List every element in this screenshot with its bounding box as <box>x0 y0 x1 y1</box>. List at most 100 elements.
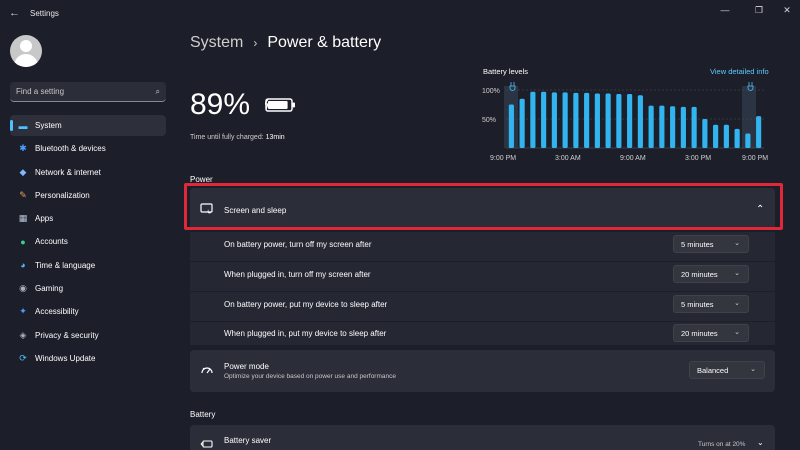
sidebar-item-label: Network & internet <box>35 167 101 177</box>
chart-bar <box>723 124 729 148</box>
battery-saver-title: Battery saver <box>224 436 272 445</box>
highlight-outline <box>184 183 783 230</box>
chart-title: Battery levels <box>483 67 529 76</box>
sleep-setting-dropdown[interactable]: 5 minutes ⌄ <box>673 295 749 313</box>
app-title: Settings <box>30 9 59 18</box>
search-icon[interactable]: ⌕ <box>156 87 160 97</box>
power-mode-dropdown[interactable]: Balanced ⌄ <box>689 361 765 379</box>
back-arrow-icon[interactable]: ← <box>9 7 20 19</box>
monitor-icon: ▬ <box>18 120 28 131</box>
sidebar-item-windows-update[interactable]: ⟳ Windows Update <box>10 348 166 369</box>
battery-saver-chevron-icon[interactable]: ⌄ <box>757 438 764 447</box>
power-mode-subtitle: Optimize your device based on power use … <box>224 373 396 380</box>
sidebar-item-privacy-security[interactable]: ◈ Privacy & security <box>10 325 166 346</box>
chevron-down-icon: ⌄ <box>734 240 740 247</box>
sidebar-item-accessibility[interactable]: ✦ Accessibility <box>10 301 166 322</box>
update-icon: ⟳ <box>19 352 27 363</box>
sidebar-item-label: Windows Update <box>35 353 96 363</box>
sidebar-item-personalization[interactable]: ✎ Personalization <box>10 185 166 206</box>
chart-bar <box>530 91 536 148</box>
power-mode-title: Power mode <box>224 362 269 371</box>
battery-saver-icon <box>200 440 213 448</box>
chart-bar <box>702 119 708 148</box>
x-tick-label: 9:00 AM <box>620 155 646 162</box>
chart-bar <box>648 105 654 148</box>
page-title: Power & battery <box>267 34 382 51</box>
chart-bar <box>508 104 514 148</box>
chart-bar <box>659 105 665 148</box>
chart-bar <box>562 92 568 148</box>
y-tick-label: 50% <box>482 117 496 124</box>
breadcrumb: System › Power & battery <box>190 34 381 52</box>
close-icon[interactable]: ✕ <box>776 3 798 17</box>
sidebar-item-time-language[interactable]: ◕ Time & language <box>10 255 166 276</box>
bluetooth-icon: ✱ <box>19 143 27 154</box>
sleep-setting-label: On battery power, turn off my screen aft… <box>224 240 372 249</box>
sidebar-item-network-internet[interactable]: ◆ Network & internet <box>10 162 166 183</box>
chart-bar <box>551 92 557 148</box>
brush-icon: ✎ <box>19 189 27 200</box>
chart-bar <box>605 93 611 148</box>
globe-icon: ◕ <box>20 260 26 271</box>
row-divider <box>190 321 775 322</box>
y-tick-label: 100% <box>482 88 500 95</box>
sidebar-item-label: Gaming <box>35 284 64 294</box>
chart-bar <box>680 106 686 148</box>
sidebar-item-label: Accounts <box>35 237 68 247</box>
charge-time-label: Time until fully charged: <box>190 134 264 141</box>
sidebar-item-system[interactable]: ▬ System <box>10 115 166 136</box>
chart-bar <box>637 95 643 148</box>
sleep-setting-value: 20 minutes <box>681 269 718 279</box>
battery-charging-icon <box>265 98 295 112</box>
battery-level-chart: 100% 50% 9:00 PM 3:00 AM 9:00 AM 3:00 PM 9:00 … <box>482 82 768 162</box>
apps-icon: ▦ <box>18 213 28 224</box>
avatar-body <box>14 54 38 67</box>
chart-bar <box>627 94 633 148</box>
sleep-setting-dropdown[interactable]: 5 minutes ⌄ <box>673 235 749 253</box>
sleep-setting-dropdown[interactable]: 20 minutes ⌄ <box>673 324 749 342</box>
chart-bar <box>713 124 719 148</box>
minimize-icon[interactable]: — <box>714 3 736 17</box>
chart-bar <box>584 92 590 148</box>
battery-saver-card[interactable] <box>190 425 775 450</box>
chart-bar <box>734 128 740 148</box>
section-battery-label: Battery <box>190 410 216 419</box>
chart-bar <box>573 92 579 148</box>
accessibility-icon: ✦ <box>19 306 27 317</box>
breadcrumb-parent[interactable]: System <box>190 34 243 52</box>
sleep-setting-label: When plugged in, turn off my screen afte… <box>224 270 371 279</box>
sidebar-item-bluetooth-devices[interactable]: ✱ Bluetooth & devices <box>10 138 166 159</box>
sidebar-item-label: System <box>35 121 62 130</box>
view-detailed-info-link[interactable]: View detailed info <box>710 67 769 76</box>
chart-bar <box>691 106 697 148</box>
avatar-head <box>20 40 32 52</box>
x-tick-label: 3:00 AM <box>555 155 581 162</box>
person-icon: ● <box>20 236 26 247</box>
shield-icon: ◈ <box>19 329 27 340</box>
chart-bar <box>616 94 622 148</box>
charge-time-line: Time until fully charged: 13min <box>190 134 285 141</box>
power-mode-icon <box>201 367 213 374</box>
sidebar-item-label: Privacy & security <box>35 330 99 340</box>
controller-icon: ◉ <box>19 283 27 294</box>
restore-icon[interactable]: ❐ <box>748 3 770 17</box>
sleep-setting-dropdown[interactable]: 20 minutes ⌄ <box>673 265 749 283</box>
charge-time-value: 13min <box>265 134 285 141</box>
chart-bar <box>541 91 547 148</box>
search-input[interactable] <box>16 87 156 96</box>
chart-bar <box>594 93 600 148</box>
sidebar-item-label: Bluetooth & devices <box>35 144 106 154</box>
search-box[interactable]: ⌕ <box>10 82 166 102</box>
row-divider <box>190 291 775 292</box>
sidebar-item-apps[interactable]: ▦ Apps <box>10 208 166 229</box>
sleep-setting-value: 5 minutes <box>681 299 714 309</box>
sidebar-item-label: Personalization <box>35 190 90 200</box>
sleep-setting-value: 5 minutes <box>681 239 714 249</box>
avatar[interactable] <box>10 35 42 67</box>
battery-saver-status: Turns on at 20% <box>698 441 746 448</box>
sleep-setting-value: 20 minutes <box>681 328 718 338</box>
wifi-icon: ◆ <box>19 166 27 177</box>
sleep-setting-label: On battery power, put my device to sleep… <box>224 300 388 309</box>
sidebar-item-gaming[interactable]: ◉ Gaming <box>10 278 166 299</box>
sidebar-item-accounts[interactable]: ● Accounts <box>10 231 166 252</box>
